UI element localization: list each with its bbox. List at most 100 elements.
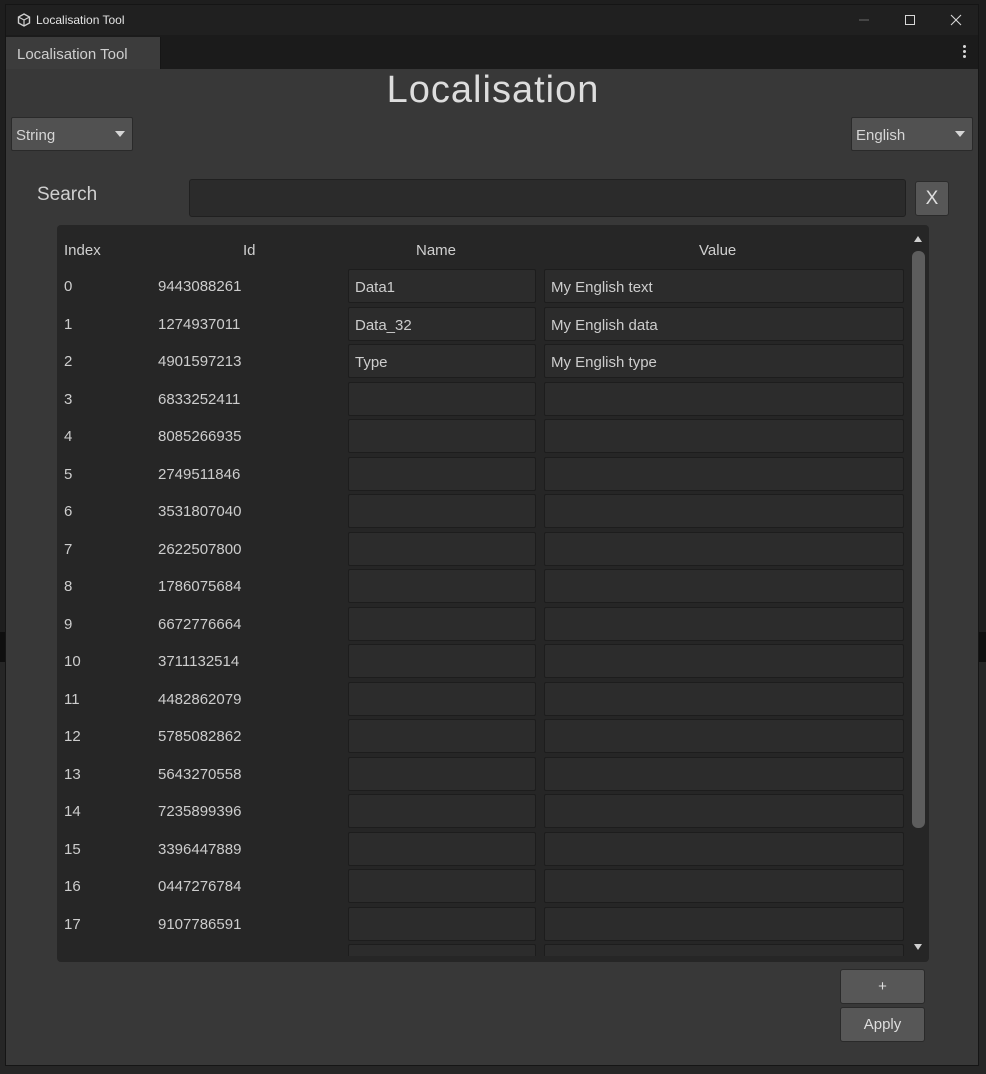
name-field[interactable]: Data_32: [348, 306, 536, 341]
name-field[interactable]: [348, 719, 536, 753]
value-field[interactable]: [544, 494, 904, 528]
value-field[interactable]: [544, 869, 904, 903]
row-index: 0: [64, 278, 73, 295]
name-field[interactable]: [348, 381, 536, 416]
chevron-down-icon: [955, 131, 965, 137]
maximize-button[interactable]: [887, 5, 933, 35]
name-field[interactable]: Type: [348, 344, 536, 378]
row-id: 1786075684: [158, 578, 242, 595]
row-index: 7: [64, 540, 73, 558]
row-index: 5: [64, 465, 73, 483]
name-field[interactable]: [348, 944, 536, 956]
value-field[interactable]: [544, 569, 904, 603]
value-field[interactable]: [544, 831, 904, 866]
name-field-text: Type: [355, 354, 388, 371]
table-row: 6 3531807040: [57, 492, 907, 530]
chevron-down-icon: [115, 131, 125, 137]
name-field[interactable]: Data1: [348, 269, 536, 303]
clear-search-button[interactable]: X: [915, 181, 949, 216]
value-field[interactable]: [544, 756, 904, 791]
name-field[interactable]: [348, 756, 536, 791]
more-options-icon[interactable]: [958, 45, 970, 61]
scroll-up-icon[interactable]: [914, 236, 922, 242]
value-field[interactable]: [544, 381, 904, 416]
value-field[interactable]: [544, 719, 904, 753]
close-icon: [950, 14, 962, 26]
value-field[interactable]: [544, 644, 904, 678]
type-dropdown[interactable]: String: [11, 117, 133, 151]
row-index: 9: [64, 615, 73, 633]
maximize-icon: [905, 15, 915, 25]
table-row: 15 3396447889: [57, 830, 907, 868]
table-row: 12 5785082862: [57, 717, 907, 755]
localisation-window: Localisation Tool Localisation Tool Loca…: [5, 4, 979, 1066]
name-field[interactable]: [348, 794, 536, 828]
name-field[interactable]: [348, 644, 536, 678]
language-dropdown[interactable]: English: [851, 117, 973, 151]
localisation-table: Index Id Name Value 0 9443088261 Data1 My E…: [57, 225, 929, 962]
window-title: Localisation Tool: [36, 13, 125, 27]
row-index: 3: [64, 390, 73, 408]
minimize-button[interactable]: [841, 5, 887, 35]
value-field[interactable]: My English data: [544, 306, 904, 341]
row-id: 4482862079: [158, 690, 242, 708]
search-input[interactable]: [189, 179, 906, 217]
name-field[interactable]: [348, 569, 536, 603]
table-row: 17 9107786591: [57, 905, 907, 943]
value-field-text: My English data: [551, 316, 658, 334]
row-index: 1: [64, 315, 73, 333]
name-field[interactable]: [348, 494, 536, 528]
table-row: 4 8085266935: [57, 417, 907, 455]
row-id: 4901597213: [158, 353, 242, 370]
value-field[interactable]: [544, 531, 904, 566]
name-field[interactable]: [348, 681, 536, 716]
value-field[interactable]: My English type: [544, 344, 904, 378]
value-field[interactable]: [544, 794, 904, 828]
table-row: 10 3711132514: [57, 642, 907, 680]
value-field[interactable]: [544, 606, 904, 641]
scrollbar-thumb[interactable]: [912, 251, 925, 828]
name-field[interactable]: [348, 606, 536, 641]
value-field[interactable]: [544, 419, 904, 453]
row-index: 12: [64, 728, 81, 745]
row-index: 11: [64, 690, 80, 708]
table-row: 14 7235899396: [57, 792, 907, 830]
tab-localisation-tool[interactable]: Localisation Tool: [6, 37, 161, 69]
unity-logo-icon: [17, 13, 31, 27]
row-id: 3711132514: [158, 653, 240, 670]
column-header-value: Value: [699, 242, 737, 259]
name-field[interactable]: [348, 456, 536, 491]
apply-button[interactable]: Apply: [840, 1007, 925, 1042]
row-id: 5643270558: [158, 765, 242, 783]
table-row: 9 6672776664: [57, 605, 907, 643]
name-field[interactable]: [348, 419, 536, 453]
add-row-button[interactable]: +: [840, 969, 925, 1004]
scroll-down-icon[interactable]: [914, 944, 922, 950]
value-field[interactable]: [544, 906, 904, 941]
row-index: 8: [64, 578, 73, 595]
name-field[interactable]: [348, 869, 536, 903]
vertical-scrollbar[interactable]: [909, 225, 929, 962]
row-index: 13: [64, 765, 81, 783]
name-field[interactable]: [348, 906, 536, 941]
name-field[interactable]: [348, 831, 536, 866]
column-header-index: Index: [64, 242, 101, 259]
row-id: 9107786591: [158, 915, 242, 933]
row-id: 1274937011: [158, 315, 241, 333]
value-field[interactable]: [544, 944, 904, 956]
value-field[interactable]: [544, 456, 904, 491]
row-id: 3396447889: [158, 840, 242, 858]
page-title: Localisation: [386, 69, 600, 111]
language-dropdown-value: English: [856, 127, 906, 144]
table-row: 5 2749511846: [57, 455, 907, 493]
row-index: 15: [64, 840, 81, 858]
value-field[interactable]: My English text: [544, 269, 904, 303]
column-header-name: Name: [416, 242, 457, 259]
table-row: 1 1274937011 Data_32 My English data: [57, 305, 907, 343]
close-button[interactable]: [933, 5, 979, 35]
table-row: 16 0447276784: [57, 867, 907, 905]
value-field[interactable]: [544, 681, 904, 716]
table-row: 3 6833252411: [57, 380, 907, 418]
name-field[interactable]: [348, 531, 536, 566]
title-bar[interactable]: Localisation Tool: [6, 5, 978, 35]
